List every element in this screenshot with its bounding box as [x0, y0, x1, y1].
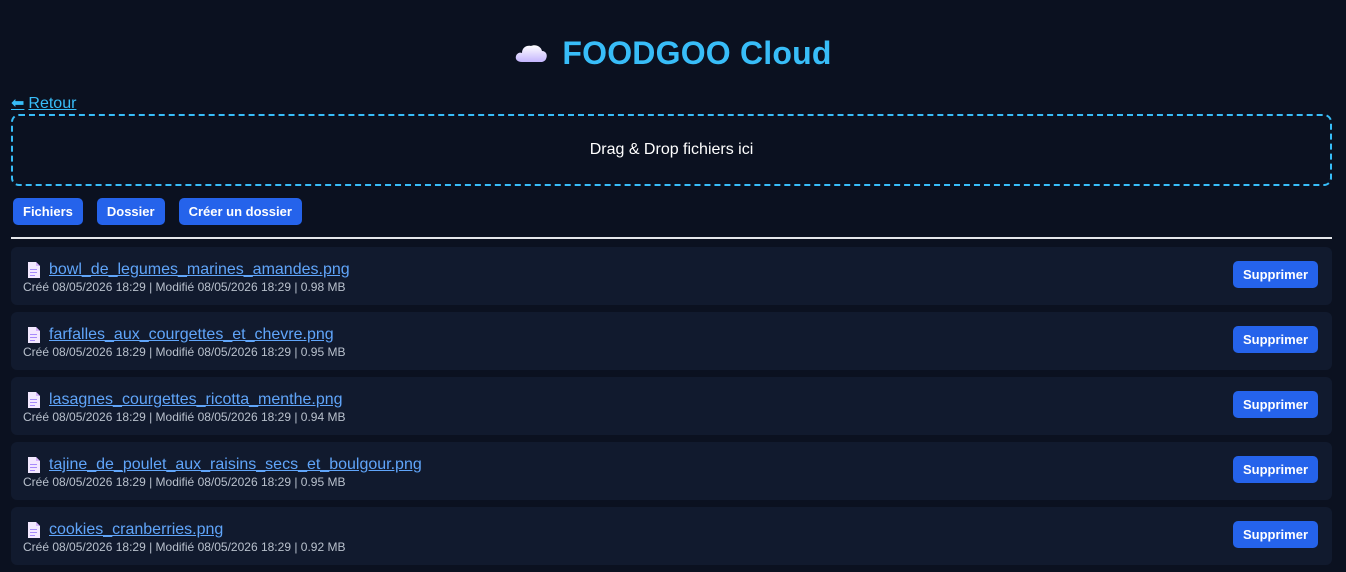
- file-meta: Créé 08/05/2026 18:29 | Modifié 08/05/20…: [23, 410, 346, 424]
- page-title: FOODGOO Cloud: [562, 34, 832, 71]
- file-meta: Créé 08/05/2026 18:29 | Modifié 08/05/20…: [23, 540, 346, 554]
- file-icon: [27, 457, 40, 473]
- upload-dropzone[interactable]: Drag & Drop fichiers ici: [11, 114, 1332, 186]
- file-name-link[interactable]: tajine_de_poulet_aux_raisins_secs_et_bou…: [49, 456, 422, 474]
- delete-button[interactable]: Supprimer: [1232, 521, 1318, 548]
- file-name-link[interactable]: lasagnes_courgettes_ricotta_menthe.png: [49, 391, 343, 409]
- back-arrow-icon: ⬅: [11, 95, 25, 112]
- delete-button[interactable]: Supprimer: [1232, 326, 1318, 353]
- file-row: farfalles_aux_courgettes_et_chevre.png C…: [11, 312, 1332, 370]
- file-icon: [27, 522, 40, 538]
- file-row: lasagnes_courgettes_ricotta_menthe.png C…: [11, 377, 1332, 435]
- back-link[interactable]: ⬅ Retour: [11, 95, 76, 113]
- file-row: cookies_cranberries.png Créé 08/05/2026 …: [11, 507, 1332, 565]
- file-row: bowl_de_legumes_marines_amandes.png Créé…: [11, 247, 1332, 305]
- create-folder-button[interactable]: Créer un dossier: [178, 198, 302, 225]
- file-name-link[interactable]: farfalles_aux_courgettes_et_chevre.png: [49, 326, 334, 344]
- file-meta: Créé 08/05/2026 18:29 | Modifié 08/05/20…: [23, 280, 346, 294]
- upload-files-button[interactable]: Fichiers: [13, 198, 83, 225]
- file-meta: Créé 08/05/2026 18:29 | Modifié 08/05/20…: [23, 345, 346, 359]
- cloud-icon: [514, 41, 548, 65]
- file-icon: [27, 327, 40, 343]
- file-meta: Créé 08/05/2026 18:29 | Modifié 08/05/20…: [23, 475, 346, 489]
- upload-folder-button[interactable]: Dossier: [96, 198, 165, 225]
- toolbar: Fichiers Dossier Créer un dossier: [13, 198, 302, 225]
- back-link-label: Retour: [28, 95, 77, 112]
- divider: [11, 237, 1332, 239]
- page-header: FOODGOO Cloud: [0, 33, 1346, 73]
- file-icon: [27, 262, 40, 278]
- file-icon: [27, 392, 40, 408]
- dropzone-label: Drag & Drop fichiers ici: [589, 141, 754, 158]
- file-row: tajine_de_poulet_aux_raisins_secs_et_bou…: [11, 442, 1332, 500]
- delete-button[interactable]: Supprimer: [1232, 391, 1318, 418]
- delete-button[interactable]: Supprimer: [1232, 456, 1318, 483]
- file-name-link[interactable]: cookies_cranberries.png: [49, 521, 223, 539]
- file-list: bowl_de_legumes_marines_amandes.png Créé…: [11, 247, 1332, 572]
- delete-button[interactable]: Supprimer: [1232, 261, 1318, 288]
- file-name-link[interactable]: bowl_de_legumes_marines_amandes.png: [49, 261, 350, 279]
